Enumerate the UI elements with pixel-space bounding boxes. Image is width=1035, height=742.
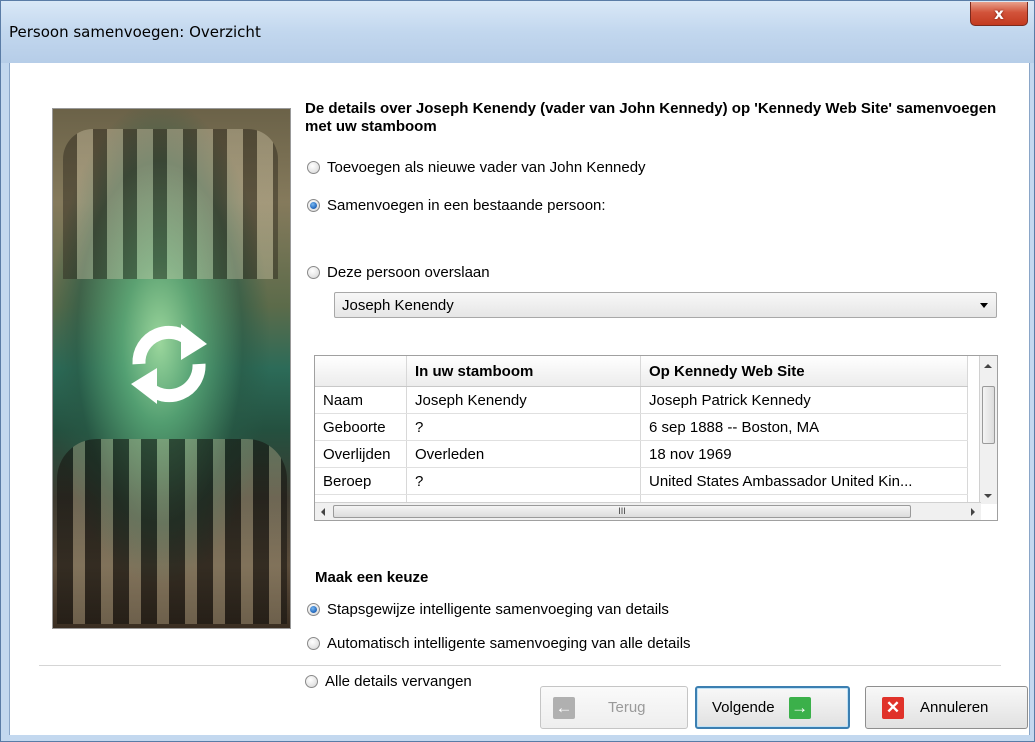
title-bar[interactable]: Persoon samenvoegen: Overzicht x <box>1 1 1034 63</box>
scroll-right-icon[interactable] <box>971 508 975 516</box>
arrow-right-icon: → <box>788 696 811 719</box>
table-row[interactable]: Geboorte ? 6 sep 1888 -- Boston, MA <box>315 413 968 441</box>
option-skip-person[interactable]: Deze persoon overslaan <box>307 264 490 281</box>
radio-merge-existing[interactable] <box>307 199 320 212</box>
column-header: Op Kennedy Web Site <box>640 356 968 387</box>
family-group-image-bottom <box>57 439 287 624</box>
family-photo-banner <box>52 108 291 629</box>
sync-icon <box>131 324 207 404</box>
option-label: Alle details vervangen <box>325 673 472 690</box>
chevron-down-icon[interactable] <box>980 303 988 308</box>
option-label: Stapsgewijze intelligente samenvoeging v… <box>327 601 669 618</box>
merge-heading: De details over Joseph Kenendy (vader va… <box>305 100 997 135</box>
details-table: In uw stamboom Op Kennedy Web Site Naam … <box>315 356 968 520</box>
radio-add-as-new-father[interactable] <box>307 161 320 174</box>
choice-section-label: Maak een keuze <box>315 569 429 586</box>
dialog-content: De details over Joseph Kenendy (vader va… <box>9 63 1030 735</box>
option-stepwise-merge[interactable]: Stapsgewijze intelligente samenvoeging v… <box>307 601 669 618</box>
table-row[interactable]: Naam Joseph Kenendy Joseph Patrick Kenne… <box>315 386 968 414</box>
option-automatic-merge[interactable]: Automatisch intelligente samenvoeging va… <box>307 635 691 652</box>
option-replace-all-details[interactable]: Alle details vervangen <box>305 673 472 690</box>
option-label: Toevoegen als nieuwe vader van John Kenn… <box>327 159 646 176</box>
option-label: Deze persoon overslaan <box>327 264 490 281</box>
table-cell: Joseph Patrick Kennedy <box>640 386 968 414</box>
option-add-as-new-father[interactable]: Toevoegen als nieuwe vader van John Kenn… <box>307 159 646 176</box>
scroll-down-icon[interactable] <box>984 494 992 498</box>
table-cell: Overleden <box>406 440 641 468</box>
back-button[interactable]: ← Terug <box>540 686 688 729</box>
table-cell: Naam <box>315 386 407 414</box>
table-cell: Joseph Kenendy <box>406 386 641 414</box>
vertical-scrollbar[interactable] <box>979 356 997 504</box>
footer-separator <box>39 665 1001 666</box>
table-cell: Beroep <box>315 467 407 495</box>
table-cell: Overlijden <box>315 440 407 468</box>
vertical-scroll-thumb[interactable] <box>982 386 995 444</box>
cancel-button-label: Annuleren <box>920 699 989 716</box>
close-button[interactable]: x <box>970 2 1028 26</box>
arrow-left-icon: ← <box>553 696 575 719</box>
close-icon: x <box>994 4 1004 23</box>
table-row[interactable]: Beroep ? United States Ambassador United… <box>315 467 968 495</box>
close-icon: ✕ <box>882 696 904 719</box>
table-cell: ? <box>406 467 641 495</box>
table-cell: 6 sep 1888 -- Boston, MA <box>640 413 968 441</box>
radio-skip-person[interactable] <box>307 266 320 279</box>
option-label: Automatisch intelligente samenvoeging va… <box>327 635 691 652</box>
scroll-up-icon[interactable] <box>984 364 992 368</box>
details-comparison-table: In uw stamboom Op Kennedy Web Site Naam … <box>314 355 998 521</box>
next-button[interactable]: Volgende → <box>695 686 850 729</box>
table-cell: 18 nov 1969 <box>640 440 968 468</box>
window-title: Persoon samenvoegen: Overzicht <box>9 23 261 41</box>
column-header <box>315 356 407 387</box>
table-header-row: In uw stamboom Op Kennedy Web Site <box>315 356 968 387</box>
horizontal-scrollbar[interactable]: III <box>315 502 981 520</box>
horizontal-scroll-thumb[interactable]: III <box>333 505 911 518</box>
select-value: Joseph Kenendy <box>342 297 454 314</box>
option-merge-existing[interactable]: Samenvoegen in een bestaande persoon: <box>307 197 606 214</box>
table-cell: ? <box>406 413 641 441</box>
radio-automatic-merge[interactable] <box>307 637 320 650</box>
next-button-label: Volgende <box>712 699 775 716</box>
table-row[interactable]: Overlijden Overleden 18 nov 1969 <box>315 440 968 468</box>
scroll-left-icon[interactable] <box>321 508 325 516</box>
option-label: Samenvoegen in een bestaande persoon: <box>327 197 606 214</box>
radio-replace-all-details[interactable] <box>305 675 318 688</box>
existing-person-select[interactable]: Joseph Kenendy <box>334 292 997 318</box>
cancel-button[interactable]: ✕ Annuleren <box>865 686 1028 729</box>
table-cell: United States Ambassador United Kin... <box>640 467 968 495</box>
back-button-label: Terug <box>608 699 646 716</box>
table-cell: Geboorte <box>315 413 407 441</box>
family-group-image-top <box>63 129 278 279</box>
dialog-window: Persoon samenvoegen: Overzicht x De deta… <box>0 0 1035 742</box>
radio-stepwise-merge[interactable] <box>307 603 320 616</box>
column-header: In uw stamboom <box>406 356 641 387</box>
